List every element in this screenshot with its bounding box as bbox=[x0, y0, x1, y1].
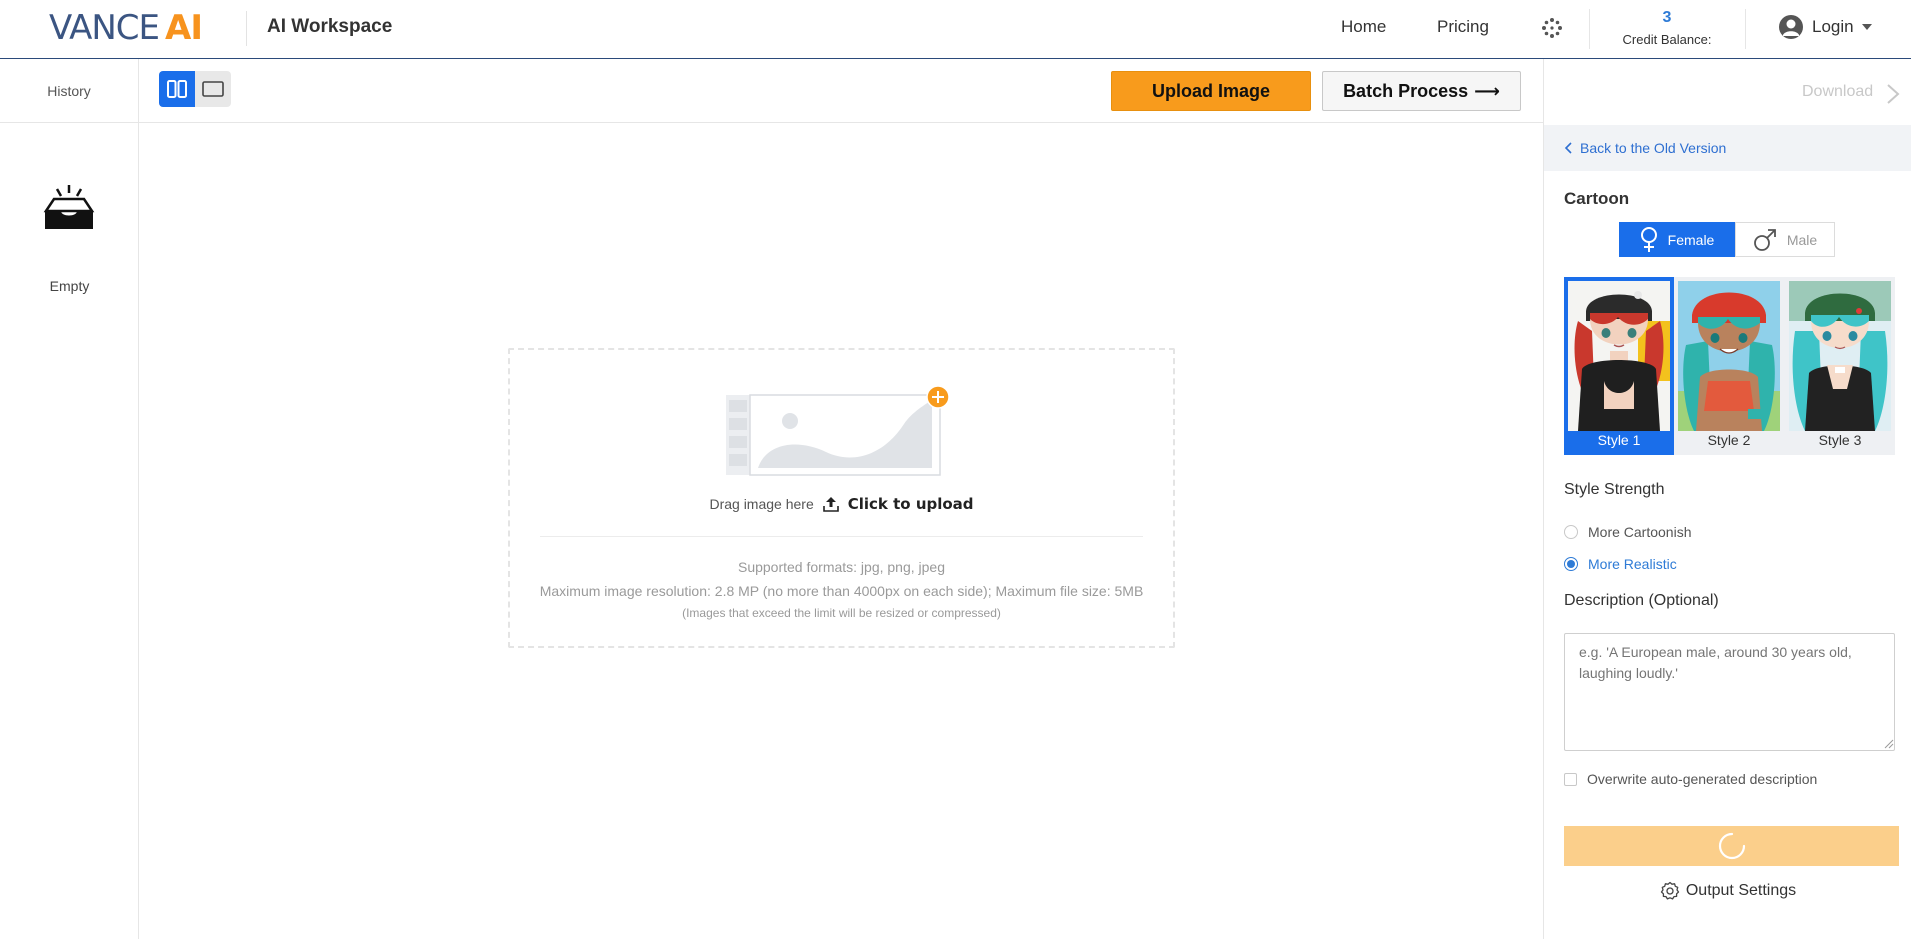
logo-divider bbox=[246, 11, 247, 46]
overwrite-description-label: Overwrite auto-generated description bbox=[1587, 771, 1818, 787]
style-selector: Style 1 Style 2 Style 3 bbox=[1564, 277, 1895, 455]
description-title: Description (Optional) bbox=[1564, 592, 1719, 609]
upload-instructions: Drag image here Click to upload bbox=[510, 495, 1173, 513]
loading-spinner-icon bbox=[1718, 832, 1745, 860]
chevron-left-icon bbox=[1564, 142, 1572, 154]
nav-home-link[interactable]: Home bbox=[1341, 17, 1386, 37]
style-3-thumbnail bbox=[1789, 281, 1891, 431]
history-sidebar: History Empty bbox=[0, 59, 139, 939]
back-old-version-label: Back to the Old Version bbox=[1580, 140, 1727, 156]
empty-label: Empty bbox=[49, 278, 90, 294]
click-to-upload-link[interactable]: Click to upload bbox=[848, 495, 974, 513]
female-symbol-icon bbox=[1640, 226, 1657, 252]
gear-icon bbox=[1660, 881, 1679, 900]
nav-divider bbox=[1589, 9, 1590, 49]
batch-process-button[interactable]: Batch Process ⟶ bbox=[1322, 71, 1521, 111]
radio-more-realistic-label: More Realistic bbox=[1588, 556, 1677, 572]
batch-process-label: Batch Process bbox=[1343, 80, 1469, 101]
download-button[interactable]: Download bbox=[1802, 83, 1873, 101]
description-textarea[interactable] bbox=[1564, 633, 1895, 751]
overwrite-description-checkbox[interactable]: Overwrite auto-generated description bbox=[1564, 771, 1817, 787]
single-view-icon bbox=[202, 81, 224, 97]
style-2-label: Style 2 bbox=[1707, 432, 1751, 448]
supported-formats-text: Supported formats: jpg, png, jpeg bbox=[737, 559, 946, 575]
user-avatar-icon bbox=[1779, 15, 1803, 39]
section-title: Cartoon bbox=[1564, 189, 1630, 208]
gender-male-option[interactable]: Male bbox=[1735, 222, 1835, 257]
drag-text: Drag image here bbox=[709, 496, 814, 512]
settings-panel: Download Back to the Old Version Cartoon… bbox=[1543, 59, 1911, 939]
logo-text-vance: VANCE bbox=[49, 8, 160, 48]
resize-grip-icon[interactable] bbox=[1884, 739, 1894, 749]
style-1-thumbnail bbox=[1568, 281, 1670, 431]
max-resolution-text: Maximum image resolution: 2.8 MP (no mor… bbox=[539, 583, 1144, 599]
top-navbar: VANCE AI AI Workspace Home Pricing 3 Cred… bbox=[0, 0, 1911, 59]
style-1-label: Style 1 bbox=[1597, 432, 1641, 448]
style-3-label: Style 3 bbox=[1818, 432, 1862, 448]
vanceai-logo[interactable]: VANCE AI bbox=[49, 8, 203, 48]
radio-more-realistic[interactable]: More Realistic bbox=[1564, 556, 1677, 572]
resize-note-text: (Images that exceed the limit will be re… bbox=[682, 606, 1001, 620]
gender-female-option[interactable]: Female bbox=[1619, 222, 1735, 257]
radio-more-cartoonish[interactable]: More Cartoonish bbox=[1564, 524, 1692, 540]
single-view-toggle[interactable] bbox=[195, 71, 231, 107]
split-view-toggle[interactable] bbox=[159, 71, 195, 107]
credit-balance-label: Credit Balance: bbox=[1622, 32, 1712, 47]
nav-divider bbox=[1745, 9, 1746, 49]
editor-toolbar: Upload Image Batch Process ⟶ bbox=[139, 59, 1543, 123]
style-strength-title: Style Strength bbox=[1564, 481, 1665, 498]
back-old-version-link[interactable]: Back to the Old Version bbox=[1544, 125, 1911, 171]
nav-pricing-link[interactable]: Pricing bbox=[1437, 17, 1489, 37]
history-header[interactable]: History bbox=[0, 59, 138, 123]
style-2-thumbnail bbox=[1678, 281, 1780, 431]
empty-inbox-icon bbox=[43, 185, 95, 229]
generate-button[interactable] bbox=[1564, 826, 1899, 866]
radio-more-cartoonish-label: More Cartoonish bbox=[1588, 524, 1692, 540]
image-placeholder-icon bbox=[726, 386, 950, 476]
radio-button-selected bbox=[1564, 557, 1578, 571]
upload-dropzone[interactable]: Drag image here Click to upload Supporte… bbox=[508, 348, 1175, 648]
download-bar: Download bbox=[1544, 59, 1911, 123]
dropzone-divider bbox=[540, 536, 1143, 537]
male-symbol-icon bbox=[1753, 228, 1776, 251]
login-menu[interactable]: Login bbox=[1778, 14, 1872, 40]
apps-grid-icon[interactable] bbox=[1540, 16, 1564, 40]
workspace-title: AI Workspace bbox=[267, 16, 393, 37]
login-label: Login bbox=[1812, 17, 1854, 36]
upload-icon bbox=[822, 497, 839, 512]
arrow-right-icon: ⟶ bbox=[1474, 80, 1500, 101]
gender-male-label: Male bbox=[1786, 231, 1818, 248]
split-view-icon bbox=[167, 80, 187, 98]
radio-button bbox=[1564, 525, 1578, 539]
output-settings-button[interactable]: Output Settings bbox=[1544, 881, 1911, 901]
checkbox bbox=[1564, 772, 1577, 786]
credit-count: 3 bbox=[1662, 9, 1672, 26]
style-1-card[interactable]: Style 1 bbox=[1564, 277, 1674, 455]
upload-image-button[interactable]: Upload Image bbox=[1111, 71, 1311, 111]
gender-female-label: Female bbox=[1667, 231, 1715, 248]
logo-text-ai: AI bbox=[165, 8, 203, 48]
caret-down-icon bbox=[1861, 24, 1872, 30]
chevron-right-icon bbox=[1887, 84, 1900, 104]
style-2-card[interactable]: Style 2 bbox=[1674, 277, 1784, 455]
style-3-card[interactable]: Style 3 bbox=[1785, 277, 1895, 455]
output-settings-label: Output Settings bbox=[1685, 882, 1797, 899]
